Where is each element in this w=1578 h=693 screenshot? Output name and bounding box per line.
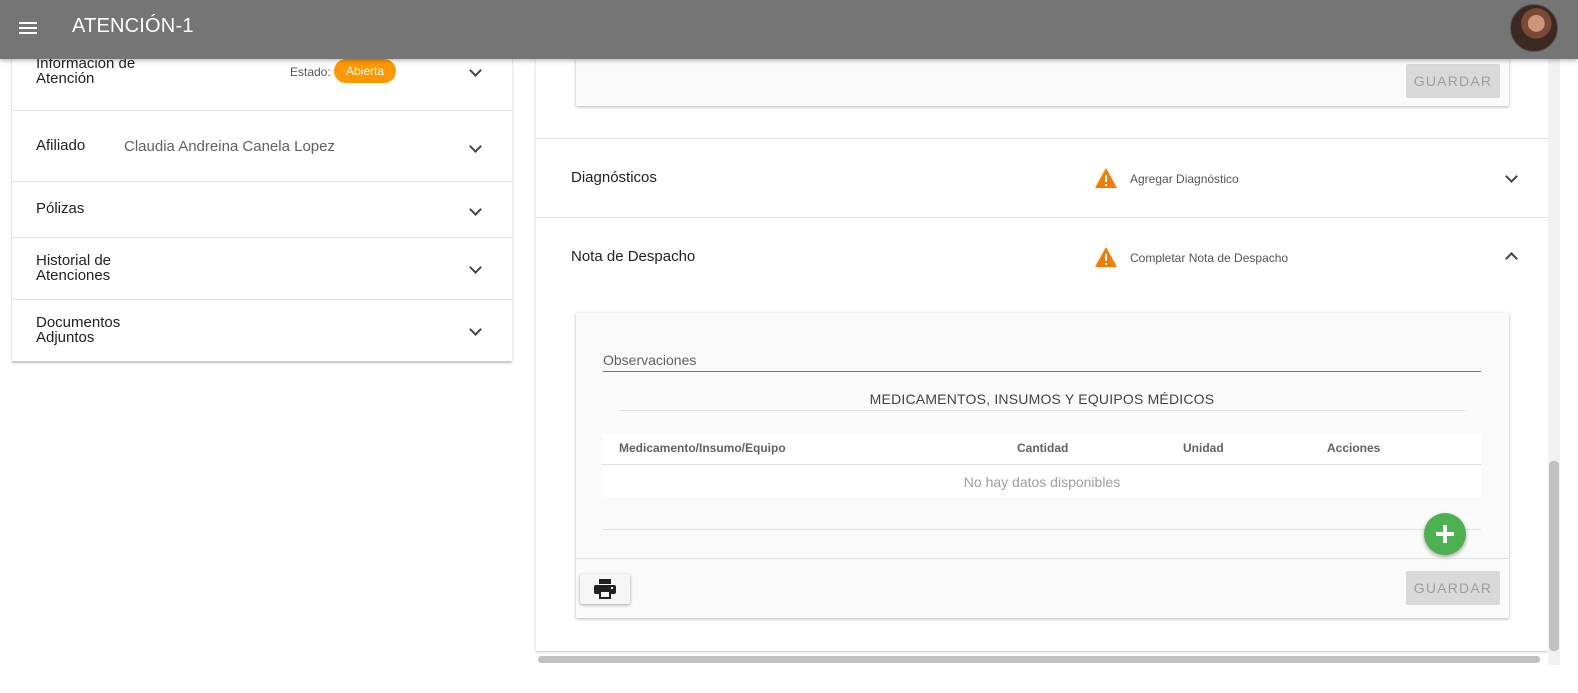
column-header-medicamento[interactable]: Medicamento/Insumo/Equipo xyxy=(619,441,786,455)
section-title: MEDICAMENTOS, INSUMOS Y EQUIPOS MÉDICOS xyxy=(869,391,1215,407)
documentos-label-2: Adjuntos xyxy=(36,329,95,346)
app-bar: ATENCIÓN-1 xyxy=(0,0,1578,59)
nota-despacho-title: Nota de Despacho xyxy=(571,248,696,265)
afiliado-label: Afiliado xyxy=(36,137,86,154)
historial-row[interactable]: Historial de Atenciones xyxy=(12,238,512,300)
chevron-up-icon[interactable] xyxy=(1500,244,1524,268)
print-button[interactable] xyxy=(580,574,630,604)
historial-label-2: Atenciones xyxy=(36,267,111,284)
left-panel: Información de Atención Estado: Abierta … xyxy=(12,40,512,361)
historial-label-1: Historial de xyxy=(36,252,112,269)
afiliado-name: Claudia Andreina Canela Lopez xyxy=(124,138,335,155)
save-button[interactable]: GUARDAR xyxy=(1406,571,1500,605)
documentos-row[interactable]: Documentos Adjuntos xyxy=(12,300,512,361)
table-bottom-divider xyxy=(603,529,1481,530)
vertical-scrollbar-thumb[interactable] xyxy=(1549,461,1559,651)
add-item-button[interactable] xyxy=(1424,513,1466,555)
chevron-down-icon[interactable] xyxy=(464,199,488,223)
documentos-label-1: Documentos xyxy=(36,314,121,331)
column-header-cantidad[interactable]: Cantidad xyxy=(1017,441,1068,455)
printer-icon xyxy=(594,579,616,599)
actions-divider xyxy=(576,558,1509,559)
diagnosticos-row[interactable]: Diagnósticos Agregar Diagnóstico xyxy=(536,138,1548,218)
info-atencion-label-2: Atención xyxy=(36,70,95,87)
warning-icon xyxy=(1095,247,1117,267)
observaciones-field[interactable]: Observaciones xyxy=(603,352,696,368)
polizas-label: Pólizas xyxy=(36,200,85,217)
nota-despacho-warning-text: Completar Nota de Despacho xyxy=(1130,251,1289,265)
observaciones-underline xyxy=(603,371,1481,372)
chevron-down-icon[interactable] xyxy=(464,136,488,160)
chevron-down-icon[interactable] xyxy=(464,60,488,84)
column-header-unidad[interactable]: Unidad xyxy=(1183,441,1224,455)
items-table: Medicamento/Insumo/Equipo Cantidad Unida… xyxy=(603,434,1481,497)
diagnosticos-title: Diagnósticos xyxy=(571,169,657,186)
page-title: ATENCIÓN-1 xyxy=(72,15,194,37)
nota-despacho-row[interactable]: Nota de Despacho Completar Nota de Despa… xyxy=(536,218,1548,298)
polizas-row[interactable]: Pólizas xyxy=(12,182,512,238)
avatar[interactable] xyxy=(1510,4,1558,52)
chevron-down-icon[interactable] xyxy=(1500,166,1524,190)
menu-icon[interactable] xyxy=(16,16,40,40)
right-panel: GUARDAR Diagnósticos Agregar Diagnóstico… xyxy=(536,59,1548,651)
afiliado-row[interactable]: Afiliado Claudia Andreina Canela Lopez xyxy=(12,111,512,182)
table-header-divider xyxy=(603,464,1481,465)
status-badge: Abierta xyxy=(334,59,396,83)
column-header-acciones: Acciones xyxy=(1327,441,1381,455)
chevron-down-icon[interactable] xyxy=(464,257,488,281)
section-divider xyxy=(619,410,1465,411)
warning-icon xyxy=(1095,168,1117,188)
previous-section-card: GUARDAR xyxy=(576,59,1509,106)
diagnosticos-warning-text: Agregar Diagnóstico xyxy=(1130,172,1239,186)
estado-label: Estado: xyxy=(290,65,331,79)
horizontal-scrollbar[interactable] xyxy=(538,656,1540,663)
empty-state-text: No hay datos disponibles xyxy=(963,474,1121,490)
save-button[interactable]: GUARDAR xyxy=(1406,64,1500,98)
chevron-down-icon[interactable] xyxy=(464,319,488,343)
nota-despacho-card: Observaciones MEDICAMENTOS, INSUMOS Y EQ… xyxy=(576,313,1509,618)
